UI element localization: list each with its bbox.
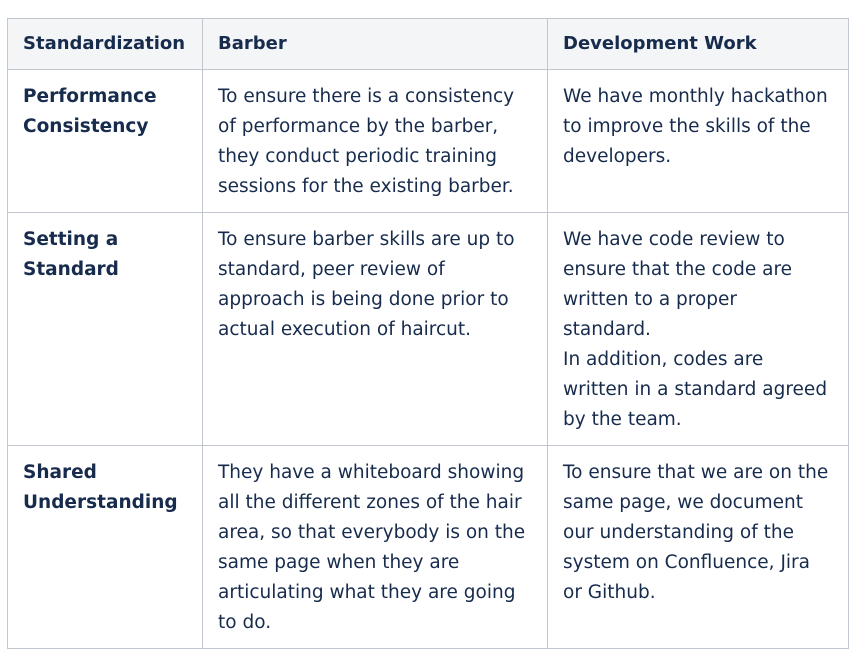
cell-line: they conduct periodic training: [218, 146, 497, 167]
table-row: Setting a Standard To ensure barber skil…: [7, 212, 849, 446]
cell-line: In addition, codes are: [563, 349, 764, 370]
cell-line: articulating what they are going: [218, 582, 516, 603]
cell-line: To ensure there is a consistency: [218, 86, 515, 107]
row-label-line: Shared: [23, 462, 97, 483]
row-label-line: Performance: [23, 86, 157, 107]
cell-line: by the team.: [563, 409, 682, 430]
table-row: Shared Understanding They have a whitebo…: [7, 445, 849, 649]
cell-line: We have monthly hackathon: [563, 86, 828, 107]
cell-line: ensure that the code are: [563, 259, 793, 280]
row-label: Setting a Standard: [7, 212, 203, 446]
row-label-line: Consistency: [23, 116, 149, 137]
cell-line: To ensure barber skills are up to: [218, 229, 515, 250]
cell-line: area, so that everybody is on the: [218, 522, 526, 543]
table-row: Performance Consistency To ensure there …: [7, 69, 849, 213]
cell-line: system on Confluence, Jira: [563, 552, 810, 573]
row-label: Shared Understanding: [7, 445, 203, 649]
row-label-line: Setting a: [23, 229, 119, 250]
cell-line: to do.: [218, 612, 272, 633]
cell-line: written to a proper: [563, 289, 738, 310]
header-barber: Barber: [202, 18, 548, 70]
barber-cell: To ensure there is a consistency of perf…: [202, 69, 548, 213]
row-label: Performance Consistency: [7, 69, 203, 213]
cell-line: To ensure that we are on the: [563, 462, 829, 483]
header-development-work: Development Work: [547, 18, 849, 70]
cell-line: our understanding of the: [563, 522, 794, 543]
header-standardization: Standardization: [7, 18, 203, 70]
cell-line: to improve the skills of the: [563, 116, 811, 137]
cell-line: same page when they are: [218, 552, 460, 573]
cell-line: or Github.: [563, 582, 656, 603]
development-cell: We have code review to ensure that the c…: [547, 212, 849, 446]
cell-line: standard, peer review of: [218, 259, 445, 280]
cell-line: standard.: [563, 319, 651, 340]
cell-line: written in a standard agreed: [563, 379, 828, 400]
development-cell: To ensure that we are on the same page, …: [547, 445, 849, 649]
cell-line: We have code review to: [563, 229, 785, 250]
cell-line: same page, we document: [563, 492, 803, 513]
cell-line: sessions for the existing barber.: [218, 176, 514, 197]
row-label-line: Standard: [23, 259, 119, 280]
cell-line: They have a whiteboard showing: [218, 462, 525, 483]
cell-line: approach is being done prior to: [218, 289, 509, 310]
comparison-table: Standardization Barber Development Work …: [7, 18, 849, 649]
cell-line: all the different zones of the hair: [218, 492, 522, 513]
barber-cell: To ensure barber skills are up to standa…: [202, 212, 548, 446]
row-label-line: Understanding: [23, 492, 178, 513]
barber-cell: They have a whiteboard showing all the d…: [202, 445, 548, 649]
cell-line: of performance by the barber,: [218, 116, 499, 137]
table-header-row: Standardization Barber Development Work: [7, 18, 849, 70]
cell-line: actual execution of haircut.: [218, 319, 472, 340]
cell-line: developers.: [563, 146, 672, 167]
development-cell: We have monthly hackathon to improve the…: [547, 69, 849, 213]
